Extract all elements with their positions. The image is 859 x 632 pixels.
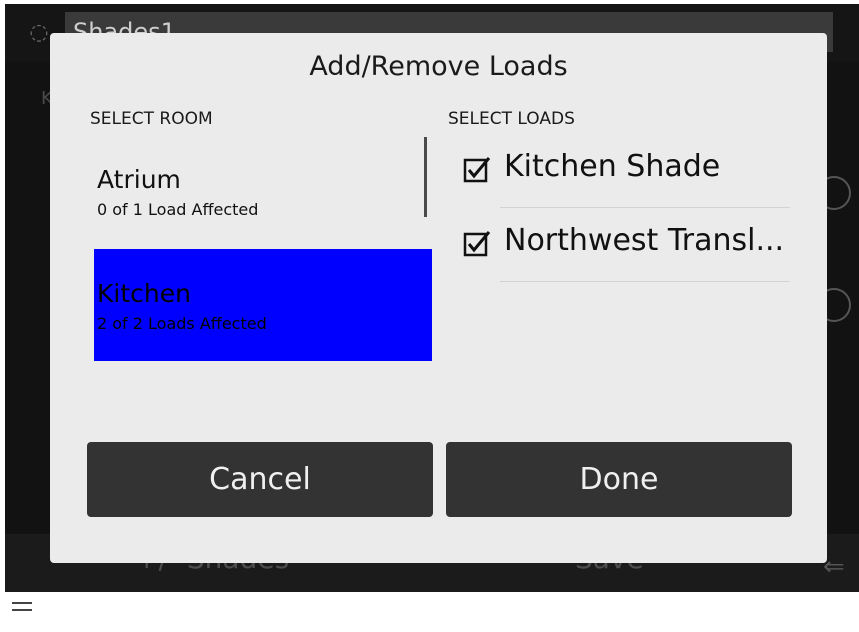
room-load-count: 0 of 1 Load Affected xyxy=(97,200,259,219)
room-list-scrollbar[interactable] xyxy=(424,137,427,217)
load-name: Kitchen Shade xyxy=(504,149,721,184)
room-name: Kitchen xyxy=(97,279,191,308)
room-name: Atrium xyxy=(97,165,181,194)
load-name: Northwest Transl... xyxy=(504,223,785,258)
select-loads-label: SELECT LOADS xyxy=(448,109,575,129)
done-button[interactable]: Done xyxy=(446,442,792,517)
divider xyxy=(500,207,790,208)
menu-icon[interactable] xyxy=(12,602,32,622)
room-item-kitchen[interactable]: Kitchen 2 of 2 Loads Affected xyxy=(94,249,432,361)
dialog-title: Add/Remove Loads xyxy=(309,51,568,82)
divider xyxy=(500,281,790,282)
room-load-count: 2 of 2 Loads Affected xyxy=(97,314,267,333)
load-item-northwest-translucent[interactable]: Northwest Transl... xyxy=(462,219,792,283)
cancel-button[interactable]: Cancel xyxy=(87,442,433,517)
bottom-strip xyxy=(0,592,859,632)
room-item-atrium[interactable]: Atrium 0 of 1 Load Affected xyxy=(94,137,432,249)
checkbox-checked-icon[interactable] xyxy=(462,229,492,259)
add-remove-loads-dialog: Add/Remove Loads SELECT ROOM SELECT LOAD… xyxy=(50,33,827,563)
app-logo-icon: ◌ xyxy=(29,20,49,45)
checkbox-checked-icon[interactable] xyxy=(462,155,492,185)
load-item-kitchen-shade[interactable]: Kitchen Shade xyxy=(462,145,792,209)
select-room-label: SELECT ROOM xyxy=(90,109,213,129)
